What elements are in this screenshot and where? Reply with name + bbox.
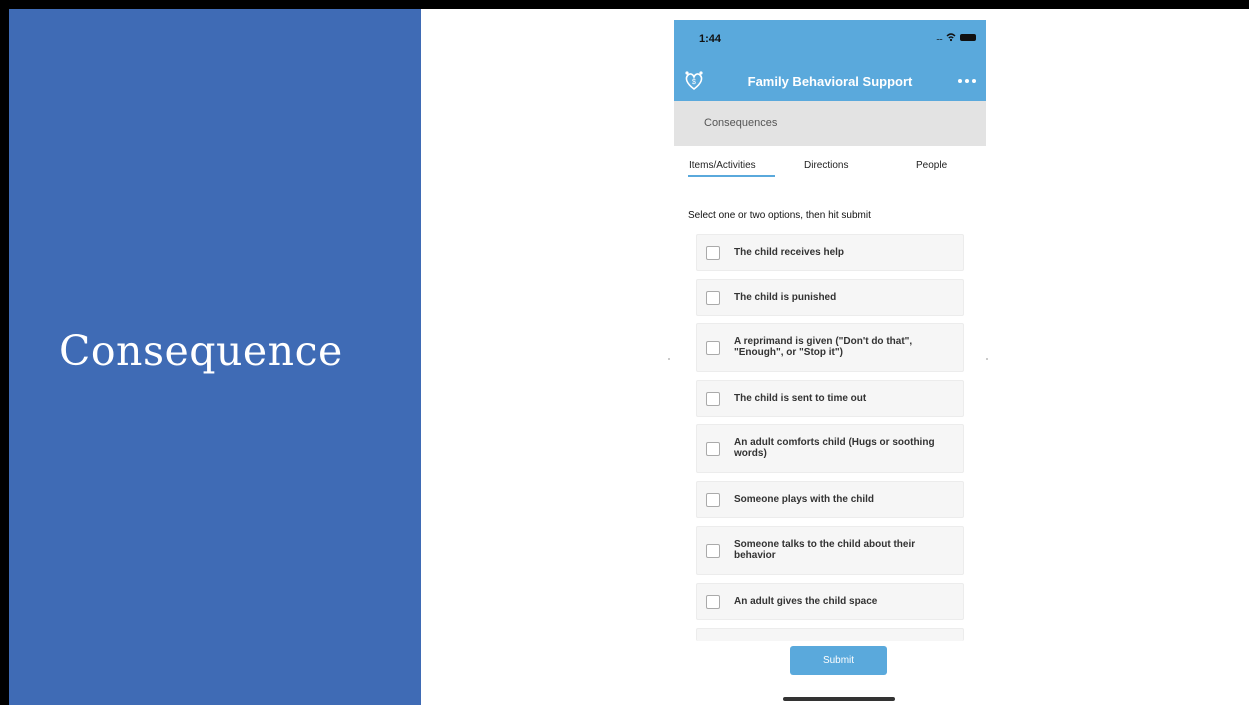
option-label: Someone talks to the child about their b…	[734, 539, 916, 561]
option-item[interactable]: A reprimand is given ("Don't do that", "…	[696, 323, 964, 372]
option-item[interactable]: Someone plays with the child	[696, 481, 964, 518]
home-indicator	[783, 697, 895, 701]
section-title: Consequences	[704, 117, 778, 129]
checkbox[interactable]	[706, 544, 720, 558]
checkbox[interactable]	[706, 392, 720, 406]
option-label: The child is punished	[734, 292, 837, 303]
submit-button[interactable]: Submit	[790, 646, 887, 675]
stray-dot	[668, 358, 670, 360]
option-label: Someone plays with the child	[734, 494, 875, 505]
checkbox[interactable]	[706, 341, 720, 355]
checkbox[interactable]	[706, 595, 720, 609]
section-header: Consequences	[674, 101, 986, 146]
checkbox[interactable]	[706, 442, 720, 456]
slide-title: Consequence	[59, 327, 343, 375]
tab-directions[interactable]: Directions	[804, 160, 848, 171]
option-label: The child is sent to time out	[734, 393, 867, 404]
option-item[interactable]: The child is sent to time out	[696, 380, 964, 417]
tab-bar: Items/Activities Directions People	[674, 146, 986, 176]
active-tab-indicator	[688, 175, 775, 177]
option-item[interactable]: An adult gives the child space	[696, 583, 964, 620]
option-item-partial[interactable]	[696, 628, 964, 641]
checkbox[interactable]	[706, 246, 720, 260]
app-title: Family Behavioral Support	[747, 74, 913, 89]
tab-people[interactable]: People	[916, 160, 947, 171]
status-bar: 1:44 ....	[674, 20, 986, 65]
checkbox[interactable]	[706, 493, 720, 507]
more-options-icon[interactable]	[958, 79, 976, 83]
option-item[interactable]: The child is punished	[696, 279, 964, 316]
status-icons: ....	[936, 32, 976, 42]
signal-icon: ....	[935, 32, 943, 42]
checkbox[interactable]	[706, 291, 720, 305]
option-label: An adult gives the child space	[734, 596, 878, 607]
option-label: A reprimand is given ("Don't do that", "…	[734, 336, 913, 358]
tab-items-activities[interactable]: Items/Activities	[689, 160, 756, 171]
battery-icon	[960, 33, 976, 41]
option-item[interactable]: An adult comforts child (Hugs or soothin…	[696, 424, 964, 473]
wifi-icon	[946, 33, 956, 42]
title-panel: Consequence	[9, 9, 421, 705]
status-time: 1:44	[699, 33, 722, 45]
option-item[interactable]: The child receives help	[696, 234, 964, 271]
phone-screen: 1:44 .... $ Family Behavioral Support Co…	[674, 20, 986, 705]
instructions-text: Select one or two options, then hit subm…	[688, 210, 871, 221]
option-item[interactable]: Someone talks to the child about their b…	[696, 526, 964, 575]
option-label: An adult comforts child (Hugs or soothin…	[734, 437, 935, 459]
option-label: The child receives help	[734, 247, 845, 258]
stray-dot	[986, 358, 988, 360]
presentation-slide: Consequence 1:44 .... $ Family Behaviora…	[9, 9, 1249, 705]
app-header: $ Family Behavioral Support	[674, 65, 986, 101]
